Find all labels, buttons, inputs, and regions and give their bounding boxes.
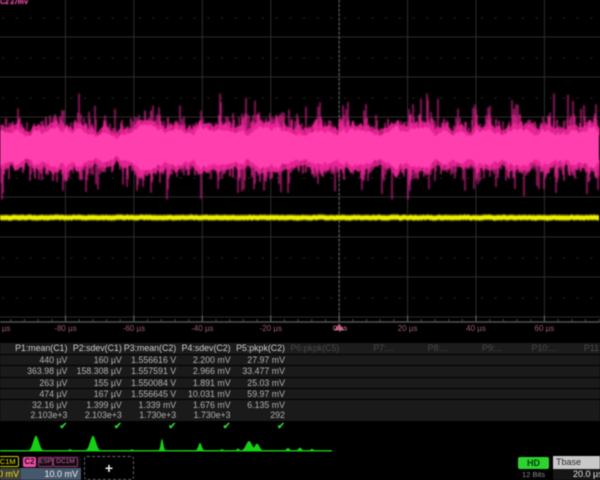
svg-text:-40 µs: -40 µs	[191, 324, 213, 333]
svg-text:0 µs: 0 µs	[333, 324, 348, 333]
svg-text:40 µs: 40 µs	[466, 324, 486, 333]
svg-text:-20 µs: -20 µs	[260, 324, 282, 333]
svg-text:-60 µs: -60 µs	[123, 324, 145, 333]
svg-text:-100 µs: -100 µs	[0, 324, 10, 333]
svg-text:-80 µs: -80 µs	[54, 324, 76, 333]
svg-text:20 µs: 20 µs	[398, 324, 418, 333]
svg-text:60 µs: 60 µs	[535, 324, 555, 333]
